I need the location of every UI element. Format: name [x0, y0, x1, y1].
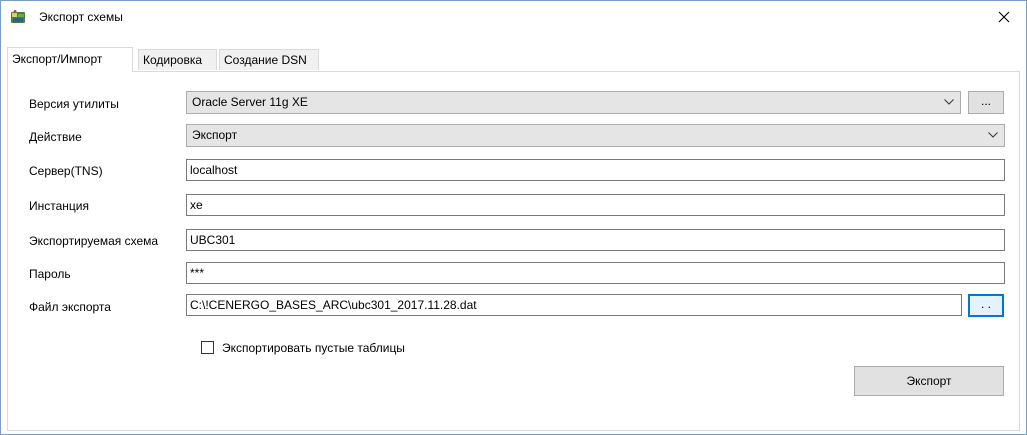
password-input[interactable]: ***: [186, 262, 1005, 284]
tab-export-import[interactable]: Экспорт/Импорт: [7, 47, 133, 72]
utility-version-label: Версия утилиты: [29, 97, 119, 111]
schema-label: Экспортируемая схема: [29, 234, 159, 248]
tab-strip: Экспорт/Импорт Кодировка Создание DSN: [7, 47, 1020, 72]
tab-create-dsn[interactable]: Создание DSN: [219, 49, 319, 70]
close-button[interactable]: [982, 1, 1026, 32]
tab-label: Экспорт/Импорт: [12, 52, 103, 66]
utility-version-value: Oracle Server 11g XE: [192, 95, 308, 109]
export-button-label: Экспорт: [906, 374, 952, 388]
app-icon: [11, 10, 25, 23]
action-label: Действие: [29, 130, 82, 144]
utility-version-browse-button[interactable]: ...: [968, 91, 1004, 114]
chevron-down-icon: [944, 99, 954, 105]
export-file-label: Файл экспорта: [29, 300, 111, 314]
empty-tables-label[interactable]: Экспортировать пустые таблицы: [222, 341, 405, 355]
close-icon: [998, 11, 1010, 22]
instance-label: Инстанция: [29, 199, 89, 213]
schema-input[interactable]: UBC301: [186, 229, 1005, 251]
export-file-input[interactable]: C:\!CENERGO_BASES_ARC\ubc301_2017.11.28.…: [186, 294, 962, 316]
server-input[interactable]: localhost: [186, 159, 1005, 181]
browse-button-label: . .: [980, 297, 991, 311]
browse-button-label: ...: [980, 94, 991, 108]
tab-label: Создание DSN: [224, 53, 307, 67]
export-schema-window: Экспорт схемы Экспорт/Импорт Кодировка С…: [0, 0, 1027, 435]
empty-tables-checkbox[interactable]: [201, 341, 214, 354]
chevron-down-icon: [988, 132, 998, 138]
tab-label: Кодировка: [143, 53, 203, 67]
tab-encoding[interactable]: Кодировка: [138, 49, 217, 70]
action-value: Экспорт: [192, 128, 238, 142]
password-label: Пароль: [29, 267, 71, 281]
utility-version-select[interactable]: Oracle Server 11g XE: [186, 91, 961, 114]
server-label: Сервер(TNS): [29, 164, 103, 178]
action-select[interactable]: Экспорт: [186, 124, 1005, 147]
instance-input[interactable]: xe: [186, 194, 1005, 216]
title-bar[interactable]: Экспорт схемы: [1, 1, 1026, 32]
export-button[interactable]: Экспорт: [854, 366, 1004, 396]
export-file-browse-button[interactable]: . .: [968, 294, 1004, 317]
window-title: Экспорт схемы: [39, 10, 123, 24]
